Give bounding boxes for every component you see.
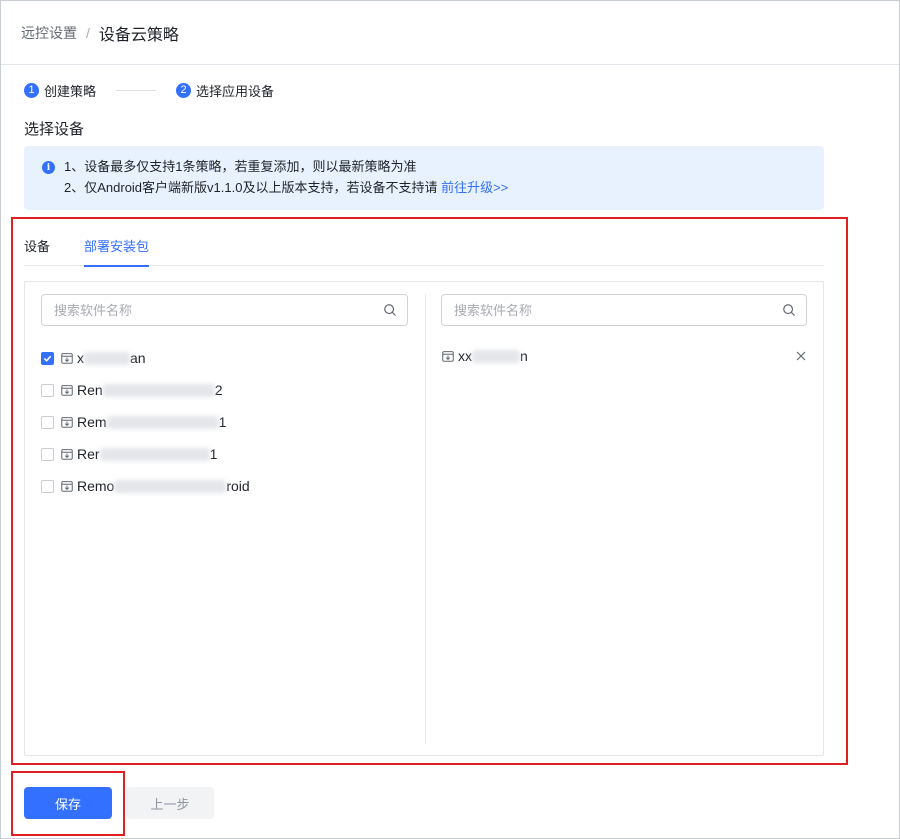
upgrade-link[interactable]: 前往升级>>	[441, 180, 508, 195]
tab-device[interactable]: 设备	[24, 236, 50, 266]
package-icon	[61, 353, 73, 364]
package-name-prefix: Rer	[77, 446, 100, 462]
package-name-suffix: 1	[218, 414, 227, 430]
step-label: 选择应用设备	[196, 83, 275, 99]
section-title: 选择设备	[24, 121, 85, 138]
list-item[interactable]: Rer 1	[41, 438, 401, 470]
breadcrumb: 远控设置 / 设备云策略	[1, 1, 899, 65]
alert-line-1: 1、设备最多仅支持1条策略，若重复添加，则以最新策略为准	[64, 159, 417, 174]
close-icon[interactable]	[795, 350, 807, 362]
package-name-suffix: roid	[226, 478, 250, 494]
tab-deploy-package[interactable]: 部署安装包	[84, 236, 150, 267]
package-name-prefix: Remo	[77, 478, 115, 494]
redacted-text	[102, 383, 215, 397]
search-icon[interactable]	[383, 303, 397, 317]
package-name-prefix: x	[77, 350, 84, 366]
step-create-policy: 1 创建策略	[24, 81, 96, 100]
redacted-text	[106, 415, 219, 429]
breadcrumb-separator: /	[86, 24, 90, 41]
redacted-text	[114, 479, 227, 493]
redacted-text	[84, 351, 130, 365]
list-item[interactable]: Ren 2	[41, 374, 401, 406]
left-search-input[interactable]	[54, 302, 371, 318]
checkbox[interactable]	[41, 351, 54, 365]
checkbox[interactable]	[41, 479, 54, 493]
list-item[interactable]: Remo roid	[41, 470, 401, 502]
package-icon	[61, 385, 73, 396]
redacted-text	[99, 447, 210, 461]
save-button[interactable]: 保存	[24, 787, 112, 819]
package-name-suffix: an	[130, 350, 146, 366]
breadcrumb-parent-link[interactable]: 远控设置	[21, 23, 77, 43]
footer-actions: 保存 上一步	[24, 787, 214, 819]
available-package-list: x an Ren 2 Rem 1 Rer 1 Remo roid	[41, 342, 401, 502]
package-name-prefix: xx	[458, 348, 472, 364]
step-label: 创建策略	[44, 83, 97, 99]
info-icon: i	[42, 161, 55, 174]
previous-step-button[interactable]: 上一步	[126, 787, 214, 819]
package-icon	[442, 351, 454, 362]
transfer-panel: x an Ren 2 Rem 1 Rer 1 Remo roid x	[24, 281, 824, 756]
package-name-prefix: Ren	[77, 382, 103, 398]
redacted-text	[472, 349, 520, 363]
checkbox[interactable]	[41, 415, 54, 429]
package-icon	[61, 449, 73, 460]
search-icon[interactable]	[782, 303, 796, 317]
package-name-prefix: Rem	[77, 414, 107, 430]
info-alert: i 1、设备最多仅支持1条策略，若重复添加，则以最新策略为准 2、仅Androi…	[24, 146, 824, 210]
checkbox[interactable]	[41, 447, 54, 461]
step-select-device: 2 选择应用设备	[176, 81, 274, 100]
check-icon	[43, 355, 52, 362]
step-indicator: 1 创建策略 2 选择应用设备	[24, 80, 274, 100]
page-title: 设备云策略	[98, 26, 179, 44]
selected-package-list: xx n	[441, 344, 807, 368]
checkbox[interactable]	[41, 383, 54, 397]
alert-line-2: 2、仅Android客户端新版v1.1.0及以上版本支持，若设备不支持请 前往升…	[42, 177, 808, 198]
package-icon	[61, 417, 73, 428]
transfer-divider	[425, 294, 426, 744]
package-icon	[61, 481, 73, 492]
package-name-suffix: 2	[214, 382, 223, 398]
left-search-box[interactable]	[41, 294, 408, 326]
step-number-icon: 2	[176, 82, 192, 98]
right-search-input[interactable]	[454, 302, 770, 318]
package-name-suffix: n	[520, 348, 528, 364]
tab-bar: 设备 部署安装包	[24, 226, 824, 267]
list-item[interactable]: Rem 1	[41, 406, 401, 438]
list-item: xx n	[441, 344, 807, 368]
alert-line-2-text: 2、仅Android客户端新版v1.1.0及以上版本支持，若设备不支持请	[64, 180, 442, 195]
step-connector	[116, 89, 157, 91]
right-search-box[interactable]	[441, 294, 807, 326]
list-item[interactable]: x an	[41, 342, 401, 374]
package-name-suffix: 1	[209, 446, 218, 462]
step-number-icon: 1	[24, 82, 39, 98]
